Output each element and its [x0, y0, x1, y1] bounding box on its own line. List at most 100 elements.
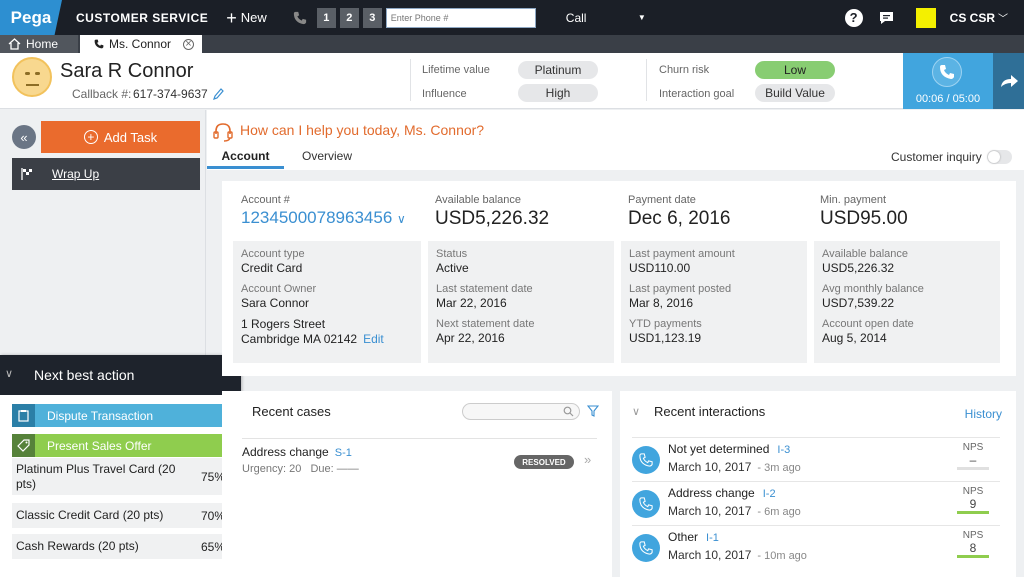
new-label: New — [240, 10, 267, 25]
case-title: Address change — [242, 445, 329, 459]
nps-value: 9 — [969, 497, 977, 511]
nps-bar — [957, 555, 989, 558]
nps-label: NPS — [962, 486, 984, 497]
line-2-button[interactable]: 2 — [339, 7, 359, 28]
wrap-up-button[interactable]: Wrap Up — [12, 158, 200, 190]
chevron-down-icon[interactable]: ∨ — [632, 405, 640, 418]
interaction-title: Address change — [668, 486, 755, 500]
next-statement-value: Apr 22, 2016 — [436, 331, 505, 345]
avatar-mouth — [26, 84, 39, 86]
account-owner-value: Sara Connor — [241, 296, 310, 310]
chat-icon[interactable] — [879, 11, 894, 25]
interaction-date-row: March 10, 2017 - 3m ago — [668, 460, 801, 474]
offer-item[interactable]: Classic Credit Card (20 pts) 70% — [12, 503, 235, 528]
payment-box: Last payment amount USD110.00 Last payme… — [621, 241, 807, 363]
history-link[interactable]: History — [965, 407, 1002, 421]
interaction-id-link[interactable]: I-3 — [777, 444, 790, 456]
min-payment-label: Min. payment — [820, 194, 887, 206]
last-payment-amount-label: Last payment amount — [629, 248, 735, 260]
payment-date-block: Payment date Dec 6, 2016 — [628, 194, 730, 230]
new-button[interactable]: + New — [226, 9, 267, 27]
wrap-up-label: Wrap Up — [52, 167, 100, 181]
phone-icon — [293, 11, 306, 24]
tab-home[interactable]: Home — [0, 35, 78, 53]
interaction-date: March 10, 2017 — [668, 548, 752, 562]
nps-label: NPS — [962, 442, 984, 453]
tab-customer[interactable]: Ms. Connor × — [80, 35, 202, 53]
interaction-id-link[interactable]: I-2 — [763, 488, 776, 500]
tab-account[interactable]: Account — [207, 149, 284, 169]
interaction-date-row: March 10, 2017 - 10m ago — [668, 548, 807, 562]
interaction-title: Other — [668, 530, 699, 544]
pega-logo[interactable]: Pega — [0, 0, 62, 35]
call-type-select[interactable]: Call ▼ — [566, 11, 646, 25]
dispute-transaction-action[interactable]: Dispute Transaction — [12, 404, 235, 427]
double-chevron-right-icon[interactable]: » — [584, 452, 591, 467]
line-3-button[interactable]: 3 — [362, 7, 382, 28]
offer-item[interactable]: Platinum Plus Travel Card (20 pts) 75% — [12, 458, 235, 495]
divider — [646, 59, 647, 101]
filter-icon[interactable] — [587, 405, 599, 417]
available-balance-label: Available balance — [435, 194, 522, 206]
app-name: CUSTOMER SERVICE — [76, 10, 209, 25]
transfer-button[interactable] — [993, 53, 1024, 109]
callback-label: Callback #: — [72, 87, 132, 101]
plus-icon: + — [226, 7, 237, 28]
account-summary-card: Account # 1234500078963456 ∨ Available b… — [222, 181, 1016, 376]
edit-address-link[interactable]: Edit — [363, 332, 384, 346]
statement-box: Status Active Last statement date Mar 22… — [428, 241, 614, 363]
available-balance-label: Available balance — [822, 248, 909, 260]
operator-avatar[interactable] — [915, 7, 936, 28]
lifetime-value-badge: Platinum — [518, 61, 598, 79]
interaction-row[interactable]: Not yet determined I-3 March 10, 2017 - 3m… — [632, 437, 1000, 481]
interaction-id-link[interactable]: I-1 — [706, 532, 719, 544]
plus-circle-icon: + — [83, 130, 98, 144]
interaction-ago: - 10m ago — [757, 550, 807, 562]
call-button[interactable] — [932, 57, 962, 87]
phone-number-input[interactable] — [385, 7, 536, 28]
help-icon[interactable]: ? — [844, 8, 863, 27]
recent-interactions-card: ∨ Recent interactions History Not yet de… — [620, 391, 1016, 577]
interaction-ago: - 3m ago — [757, 462, 801, 474]
chevron-down-icon: ﹀ — [998, 14, 1008, 25]
present-sales-offer-action[interactable]: Present Sales Offer — [12, 434, 235, 457]
clipboard-icon — [12, 404, 35, 427]
home-icon — [8, 38, 21, 50]
payment-date-value: Dec 6, 2016 — [628, 208, 731, 229]
call-control[interactable]: 00:06 / 05:00 — [903, 53, 993, 109]
account-type-value: Credit Card — [241, 261, 303, 275]
chevron-down-icon[interactable]: ∨ — [5, 367, 13, 380]
account-type-label: Account type — [241, 248, 305, 260]
add-task-button[interactable]: + Add Task — [41, 121, 200, 153]
recent-cases-title: Recent cases — [252, 404, 331, 419]
interaction-row[interactable]: Address change I-2 March 10, 2017 - 6m ago… — [632, 481, 1000, 525]
interaction-date: March 10, 2017 — [668, 460, 752, 474]
cases-search-input[interactable] — [462, 403, 580, 420]
customer-inquiry-toggle[interactable] — [987, 150, 1012, 164]
case-urgency: Urgency: 20 — [242, 463, 302, 475]
account-number-select[interactable]: 1234500078963456 ∨ — [241, 208, 406, 228]
interaction-header: How can I help you today, Ms. Connor? Ac… — [207, 110, 1024, 170]
line-1-button[interactable]: 1 — [316, 7, 336, 28]
collapse-panel-icon[interactable]: « — [12, 125, 36, 149]
checkered-flag-icon — [21, 168, 32, 180]
address-line-2: Cambridge MA 02142 — [241, 332, 358, 346]
user-menu[interactable]: CS CSR ﹀ — [950, 10, 1008, 25]
offer-item[interactable]: Cash Rewards (20 pts) 65% — [12, 534, 235, 559]
last-statement-value: Mar 22, 2016 — [436, 296, 507, 310]
case-id-link[interactable]: S-1 — [335, 447, 352, 459]
interaction-date: March 10, 2017 — [668, 504, 752, 518]
tab-bar: Home Ms. Connor × — [0, 35, 1024, 53]
avatar-eye-left — [25, 72, 30, 75]
tab-overview[interactable]: Overview — [302, 149, 352, 169]
edit-pencil-icon[interactable] — [212, 87, 224, 101]
toggle-knob — [988, 151, 1000, 163]
interaction-row[interactable]: Other I-1 March 10, 2017 - 10m ago NPS 8 — [632, 525, 1000, 569]
interaction-title: Not yet determined — [668, 442, 770, 456]
close-tab-icon[interactable]: × — [183, 38, 194, 50]
phone-icon — [940, 65, 954, 79]
nba-header[interactable]: ∨ Next best action — [0, 355, 241, 395]
dispute-transaction-label: Dispute Transaction — [47, 408, 154, 423]
nps-value: – — [969, 453, 977, 467]
transfer-arrow-icon — [1000, 75, 1018, 87]
